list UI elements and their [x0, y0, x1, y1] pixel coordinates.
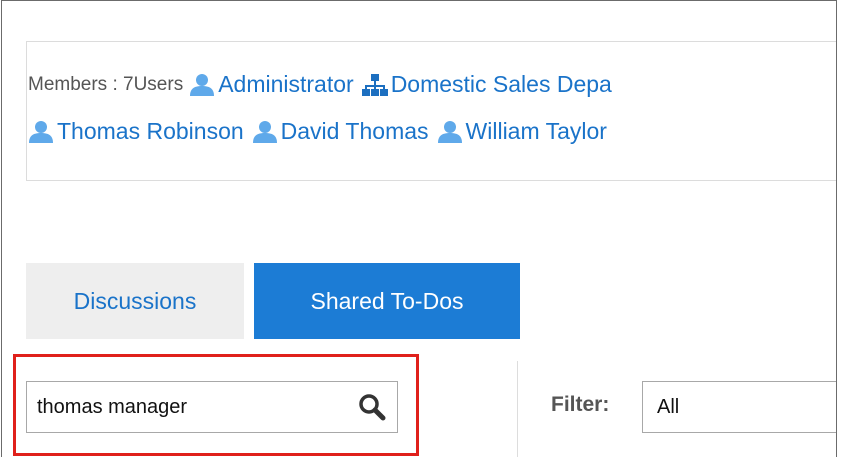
search-input[interactable]	[27, 384, 339, 430]
member-administrator[interactable]: Administrator	[189, 71, 354, 98]
tab-shared-todos[interactable]: Shared To-Dos	[254, 263, 520, 339]
user-icon	[29, 120, 53, 143]
user-icon	[437, 120, 462, 143]
search-icon[interactable]	[357, 392, 387, 422]
tab-bar: Discussions Shared To-Dos	[26, 263, 520, 339]
members-panel	[26, 41, 836, 181]
members-count-label: Members : 7Users	[28, 73, 184, 95]
member-david-thomas[interactable]: David Thomas	[252, 118, 429, 145]
filter-selected-value: All	[657, 395, 680, 418]
member-domestic-sales[interactable]: Domestic Sales Depa	[361, 71, 612, 98]
search-box	[26, 381, 398, 433]
member-name: David Thomas	[280, 118, 429, 144]
filter-label: Filter:	[551, 393, 610, 416]
toolbar-divider	[517, 361, 518, 457]
members-line-1: Members : 7Users Administrator Domestic …	[28, 71, 620, 98]
member-name: Domestic Sales Depa	[390, 71, 612, 97]
member-name: William Taylor	[465, 118, 607, 144]
filter-select[interactable]: All	[642, 381, 836, 433]
app-frame: Members : 7Users Administrator Domestic …	[1, 0, 837, 457]
members-line-2: Thomas Robinson David Thomas William Tay…	[28, 118, 615, 145]
member-thomas-robinson[interactable]: Thomas Robinson	[28, 118, 244, 145]
organization-icon	[361, 73, 388, 96]
member-name: Thomas Robinson	[57, 118, 244, 144]
member-name: Administrator	[218, 71, 354, 97]
tab-discussions[interactable]: Discussions	[26, 263, 244, 339]
user-icon	[190, 73, 215, 96]
member-william-taylor[interactable]: William Taylor	[437, 118, 607, 145]
user-icon	[252, 120, 277, 143]
